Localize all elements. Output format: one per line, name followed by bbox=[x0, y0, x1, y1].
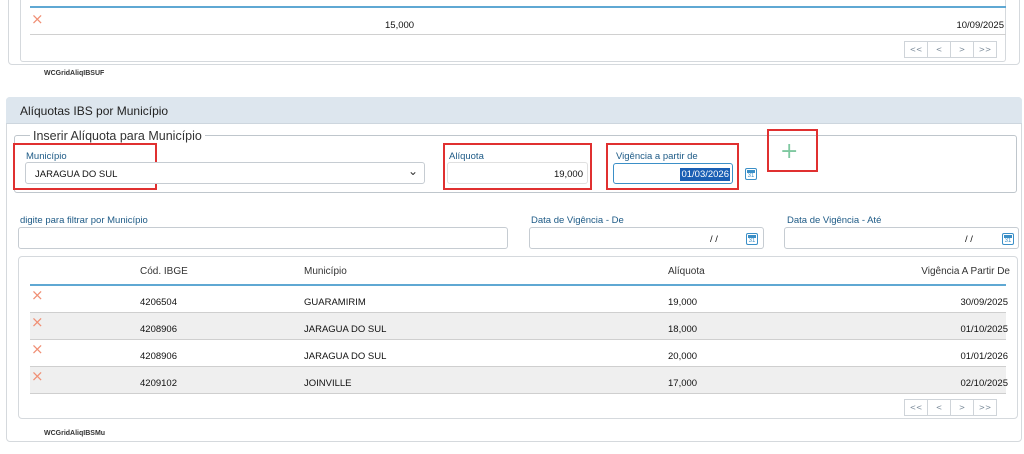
pager-last-button[interactable]: >> bbox=[973, 399, 997, 416]
pager-last-button[interactable]: >> bbox=[973, 41, 997, 58]
calendar-icon[interactable]: 31 bbox=[1002, 233, 1014, 245]
cell-vigencia: 30/09/2025 bbox=[960, 297, 1008, 308]
cell-aliquota: 18,000 bbox=[668, 324, 698, 335]
calendar-icon[interactable]: 31 bbox=[745, 168, 757, 180]
cell-vigencia: 02/10/2025 bbox=[960, 378, 1008, 389]
chevron-down-icon: ⌄ bbox=[407, 164, 418, 178]
vigencia-input[interactable]: 01/03/2026 bbox=[613, 163, 733, 184]
uf-grid-pager: << < > >> bbox=[904, 41, 997, 58]
vigencia-input-value: 01/03/2026 bbox=[680, 168, 730, 181]
cell-cod: 4208906 bbox=[140, 351, 177, 362]
calendar-day: 31 bbox=[748, 238, 756, 244]
pager-first-button[interactable]: << bbox=[904, 41, 928, 58]
filter-de-input[interactable]: / / bbox=[529, 227, 764, 249]
cell-vigencia: 01/01/2026 bbox=[960, 351, 1008, 362]
filter-de-label: Data de Vigência - De bbox=[531, 215, 624, 226]
table-row: × 4209102 JOINVILLE 17,000 02/10/2025 bbox=[30, 367, 1008, 394]
filter-de-value: / / bbox=[710, 234, 718, 245]
cell-municipio: JARAGUA DO SUL bbox=[304, 351, 387, 362]
delete-icon[interactable]: × bbox=[31, 369, 44, 384]
cell-cod: 4206504 bbox=[140, 297, 177, 308]
municipio-grid-pager: << < > >> bbox=[904, 399, 997, 416]
cell-cod: 4208906 bbox=[140, 324, 177, 335]
table-row: × 4208906 JARAGUA DO SUL 20,000 01/01/20… bbox=[30, 340, 1008, 367]
pager-first-button[interactable]: << bbox=[904, 399, 928, 416]
filter-ate-label: Data de Vigência - Até bbox=[787, 215, 882, 226]
aliquota-input-value: 19,000 bbox=[553, 169, 583, 180]
table-row bbox=[30, 8, 1006, 35]
filter-ate-value: / / bbox=[965, 234, 973, 245]
delete-icon[interactable]: × bbox=[31, 315, 44, 330]
delete-icon[interactable]: × bbox=[31, 342, 44, 357]
calendar-day: 31 bbox=[747, 173, 755, 179]
section-title: Alíquotas IBS por Município bbox=[20, 104, 169, 118]
uf-row-aliquota: 15,000 bbox=[385, 20, 415, 31]
aliquota-label: Alíquota bbox=[449, 151, 484, 162]
delete-icon[interactable]: × bbox=[31, 288, 44, 303]
municipio-select-value: JARAGUA DO SUL bbox=[35, 169, 118, 180]
table-row: × 4208906 JARAGUA DO SUL 18,000 01/10/20… bbox=[30, 313, 1008, 340]
cell-municipio: JARAGUA DO SUL bbox=[304, 324, 387, 335]
pager-next-button[interactable]: > bbox=[950, 41, 974, 58]
cell-municipio: JOINVILLE bbox=[304, 378, 352, 389]
cell-vigencia: 01/10/2025 bbox=[960, 324, 1008, 335]
cell-municipio: GUARAMIRIM bbox=[304, 297, 366, 308]
table-row: × 4206504 GUARAMIRIM 19,000 30/09/2025 bbox=[30, 286, 1008, 313]
insert-legend: Inserir Alíquota para Município bbox=[30, 129, 205, 143]
filter-ate-input[interactable]: / / bbox=[784, 227, 1019, 249]
column-header-municipio[interactable]: Município bbox=[304, 266, 347, 277]
filter-municipio-input[interactable] bbox=[18, 227, 508, 249]
vigencia-label: Vigência a partir de bbox=[616, 151, 698, 162]
calendar-icon[interactable]: 31 bbox=[746, 233, 758, 245]
cell-aliquota: 17,000 bbox=[668, 378, 698, 389]
column-header-vigencia[interactable]: Vigência A Partir De bbox=[921, 266, 1010, 277]
municipio-label: Município bbox=[26, 151, 67, 162]
uf-row-vigencia: 10/09/2025 bbox=[956, 20, 1004, 31]
cell-aliquota: 20,000 bbox=[668, 351, 698, 362]
cell-cod: 4209102 bbox=[140, 378, 177, 389]
municipio-grid-name: WCGridAliqIBSMu bbox=[44, 430, 106, 437]
uf-grid-name: WCGridAliqIBSUF bbox=[44, 70, 105, 77]
filter-municipio-label: digite para filtrar por Município bbox=[20, 215, 148, 226]
column-header-cod[interactable]: Cód. IBGE bbox=[140, 266, 188, 277]
delete-icon[interactable]: × bbox=[31, 12, 44, 27]
pager-prev-button[interactable]: < bbox=[927, 399, 951, 416]
aliquota-input[interactable]: 19,000 bbox=[447, 162, 588, 184]
cell-aliquota: 19,000 bbox=[668, 297, 698, 308]
pager-next-button[interactable]: > bbox=[950, 399, 974, 416]
calendar-day: 31 bbox=[1004, 238, 1012, 244]
column-header-aliquota[interactable]: Alíquota bbox=[668, 266, 705, 277]
pager-prev-button[interactable]: < bbox=[927, 41, 951, 58]
add-button[interactable]: + bbox=[780, 141, 798, 163]
municipio-select[interactable]: JARAGUA DO SUL ⌄ bbox=[25, 162, 425, 184]
